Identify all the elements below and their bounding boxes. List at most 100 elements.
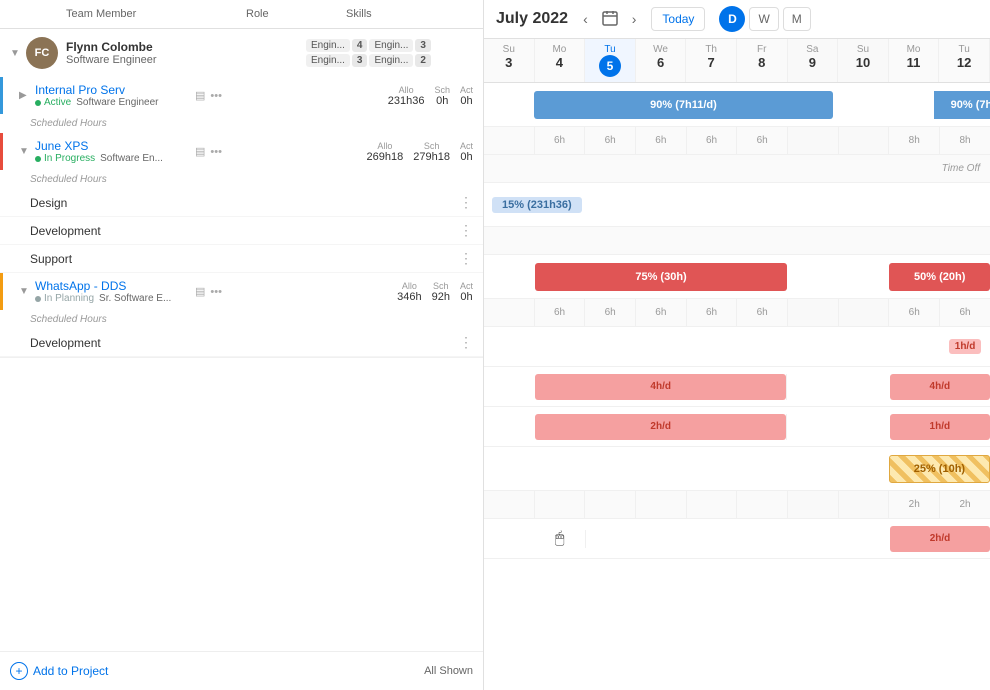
add-to-project-button[interactable]: + Add to Project [10, 662, 108, 680]
gantt-row-scheduled-flynn: 6h 6h 6h 6h 6h 8h 8h [484, 127, 990, 155]
day-col-su10: Su 10 [838, 39, 889, 82]
gantt-bar-blue2: 90% (7h11/d) [934, 91, 990, 119]
skill-count: 2 [415, 54, 431, 67]
gantt-row-flynn-bar: 90% (7h11/d) 90% (7h11/d) [484, 83, 990, 127]
task-actions-dev-whatsapp[interactable]: ⋮ [459, 334, 473, 351]
list-icon[interactable]: ▤ [195, 285, 205, 298]
alloc-act-w: Act 0h [460, 281, 473, 303]
person-info-flynn: Flynn Colombe Software Engineer [66, 40, 206, 66]
more-icon[interactable]: ••• [210, 146, 222, 158]
list-icon[interactable]: ▤ [195, 89, 205, 102]
project-alloc-whatsapp: Allo 346h Sch 92h Act 0h [397, 281, 473, 303]
scheduled-label-internal: Scheduled Hours [0, 114, 483, 133]
cursor-icon: 🖱 [535, 530, 585, 548]
status-dot-whatsapp [35, 296, 41, 302]
expand-icon-internal[interactable]: ▶ [19, 90, 35, 101]
task-row-design: Design ⋮ [0, 189, 483, 217]
gantt-row-sched-internal [484, 227, 990, 255]
calendar-header: July 2022 ‹ › Today D W M [484, 0, 990, 39]
scheduled-label-junexps: Scheduled Hours [0, 170, 483, 189]
project-row-junexps: ▼ June XPS In Progress Software En... ▤ … [0, 133, 483, 170]
project-alloc-internal: Allo 231h36 Sch 0h Act 0h [388, 85, 473, 107]
support-hour-label2: 1h/d [890, 414, 990, 440]
view-buttons: D W M [719, 6, 810, 32]
day-col-sa9: Sa 9 [788, 39, 839, 82]
gantt-row-sched-junexps: 6h 6h 6h 6h 6h 6h 6h [484, 299, 990, 327]
expand-icon-whatsapp[interactable]: ▼ [19, 286, 35, 297]
project-row-whatsapp: ▼ WhatsApp - DDS In Planning Sr. Softwar… [0, 273, 483, 310]
task-row-dev-whatsapp: Development ⋮ [0, 329, 483, 357]
expand-icon-flynn[interactable]: ▼ [10, 48, 26, 59]
project-role-internal: Software Engineer [76, 97, 158, 108]
gantt-row-development: 4h/d 4h/d [484, 367, 990, 407]
list-icon[interactable]: ▤ [195, 145, 205, 158]
day-headers: Su 3 Mo 4 Tu 5 We 6 Th 7 Fr 8 [484, 39, 990, 83]
gantt-row-timeoff: Time Off [484, 155, 990, 183]
header-role: Role [246, 8, 346, 20]
bar-label-junexps2: 50% (20h) [889, 263, 990, 291]
left-content: ▼ FC Flynn Colombe Software Engineer Eng… [0, 29, 483, 651]
add-icon: + [10, 662, 28, 680]
task-name-dev-whatsapp: Development [30, 336, 459, 350]
project-name-section-junexps: June XPS In Progress Software En... [35, 139, 195, 164]
view-day-button[interactable]: D [719, 6, 745, 32]
project-alloc-junexps: Allo 269h18 Sch 279h18 Act 0h [367, 141, 473, 163]
day-col-mo4: Mo 4 [535, 39, 586, 82]
day-col-th7: Th 7 [686, 39, 737, 82]
prev-button[interactable]: ‹ [578, 9, 593, 29]
project-role-whatsapp: Sr. Software E... [99, 293, 171, 304]
alloc-sch-j: Sch 279h18 [413, 141, 450, 163]
today-indicator: 5 [599, 55, 621, 77]
status-dot-internal [35, 100, 41, 106]
project-name-whatsapp[interactable]: WhatsApp - DDS [35, 279, 195, 293]
avatar-flynn: FC [26, 37, 58, 69]
dev-hour-label: 4h/d [535, 374, 786, 400]
calendar-icon [602, 10, 618, 26]
bar-label-90-2: 90% (7h11/d) [934, 91, 990, 119]
bar-label-internal: 15% (231h36) [492, 197, 582, 213]
today-button[interactable]: Today [651, 7, 705, 31]
status-text-junexps: In Progress [44, 153, 95, 164]
task-name-dev: Development [30, 224, 459, 238]
person-row-flynn: ▼ FC Flynn Colombe Software Engineer Eng… [0, 29, 483, 77]
day-col-fr8: Fr 8 [737, 39, 788, 82]
dev-wa-hour-label: 2h/d [890, 526, 990, 552]
skills-col-flynn: Engin... 4 Engin... 3 Engin... 3 Engin..… [306, 39, 473, 67]
view-week-button[interactable]: W [749, 7, 778, 31]
more-icon[interactable]: ••• [210, 90, 222, 102]
add-to-project-label: Add to Project [33, 664, 108, 678]
project-name-internal[interactable]: Internal Pro Serv [35, 83, 195, 97]
view-month-button[interactable]: M [783, 7, 811, 31]
alloc-allo: Allo 231h36 [388, 85, 425, 107]
expand-icon-junexps[interactable]: ▼ [19, 146, 35, 157]
skill-tag: Engin... [369, 39, 413, 52]
project-name-section-whatsapp: WhatsApp - DDS In Planning Sr. Software … [35, 279, 195, 304]
gantt-row-internal: 15% (231h36) [484, 183, 990, 227]
task-actions-design[interactable]: ⋮ [459, 194, 473, 211]
project-name-section-internal: Internal Pro Serv Active Software Engine… [35, 83, 195, 108]
day-col-tu5: Tu 5 [585, 39, 636, 82]
task-actions-support[interactable]: ⋮ [459, 250, 473, 267]
next-button[interactable]: › [627, 9, 642, 29]
skill-count: 3 [415, 39, 431, 52]
task-name-design: Design [30, 196, 459, 210]
alloc-sch: Sch 0h [434, 85, 450, 107]
skill-tag: Engin... [306, 54, 350, 67]
status-dot-junexps [35, 156, 41, 162]
project-row-internal: ▶ Internal Pro Serv Active Software Engi… [0, 77, 483, 114]
project-name-junexps[interactable]: June XPS [35, 139, 195, 153]
person-section-flynn: ▼ FC Flynn Colombe Software Engineer Eng… [0, 29, 483, 358]
project-status-junexps: In Progress Software En... [35, 153, 195, 164]
day-col-we6: We 6 [636, 39, 687, 82]
project-icons-internal: ▤ ••• [195, 89, 222, 102]
calendar-title: July 2022 [496, 10, 568, 28]
task-actions-dev[interactable]: ⋮ [459, 222, 473, 239]
skill-count: 4 [352, 39, 368, 52]
right-panel: July 2022 ‹ › Today D W M [484, 0, 990, 690]
design-hour-label: 1h/d [949, 339, 982, 354]
alloc-allo-w: Allo 346h [397, 281, 421, 303]
calendar-icon-button[interactable] [597, 8, 623, 31]
more-icon[interactable]: ••• [210, 286, 222, 298]
skill-count: 3 [352, 54, 368, 67]
calendar-nav: ‹ › [578, 8, 641, 31]
